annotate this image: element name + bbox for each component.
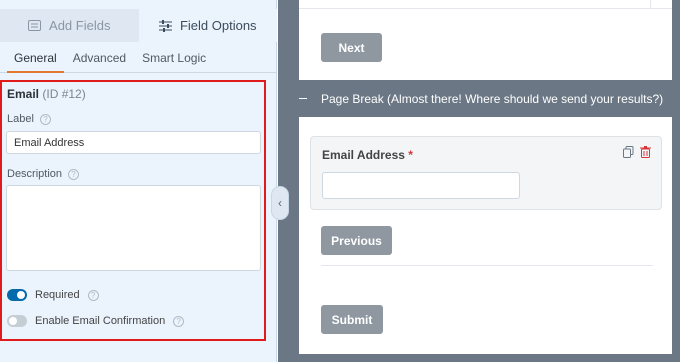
email-field-card[interactable]: Email Address *: [310, 136, 662, 210]
top-strip: [299, 0, 672, 9]
help-icon[interactable]: ?: [39, 113, 51, 125]
divider: [321, 265, 653, 266]
help-icon[interactable]: ?: [68, 168, 80, 180]
list-icon: [28, 20, 42, 31]
tab-add-fields[interactable]: Add Fields: [0, 9, 139, 42]
email-confirmation-row: Enable Email Confirmation ?: [7, 315, 185, 327]
email-preview-input[interactable]: [322, 172, 520, 199]
panel-tabs: Add Fields Field Options: [0, 9, 277, 42]
description-caption-row: Description ?: [7, 168, 80, 180]
field-actions: [623, 146, 651, 161]
email-confirmation-toggle[interactable]: [7, 315, 27, 327]
next-button[interactable]: Next: [321, 33, 382, 62]
label-caption-row: Label ?: [7, 113, 51, 125]
help-icon[interactable]: ?: [173, 315, 185, 327]
help-icon[interactable]: ?: [87, 289, 99, 301]
top-strip-divider: [650, 0, 651, 9]
label-caption: Label: [7, 113, 34, 125]
email-field-label-text: Email Address: [322, 148, 405, 162]
field-id: (ID #12): [42, 87, 86, 101]
sub-tabs: General Advanced Smart Logic: [0, 45, 277, 73]
tab-smart-logic[interactable]: Smart Logic: [135, 45, 213, 73]
tab-general[interactable]: General: [7, 45, 64, 73]
submit-button[interactable]: Submit: [321, 305, 383, 334]
chevron-left-icon: ‹: [278, 196, 282, 210]
description-caption: Description: [7, 168, 63, 180]
email-confirmation-label: Enable Email Confirmation: [35, 315, 166, 327]
page-break-line: [299, 98, 307, 99]
required-toggle[interactable]: [7, 289, 27, 301]
collapse-panel-button[interactable]: ‹: [271, 186, 289, 220]
tab-add-fields-label: Add Fields: [49, 18, 111, 33]
trash-icon[interactable]: [640, 146, 651, 161]
email-field-label: Email Address *: [322, 148, 413, 162]
page-break-text: Page Break (Almost there! Where should w…: [321, 91, 664, 106]
field-name: Email: [7, 87, 40, 101]
field-heading: Email (ID #12): [7, 87, 86, 101]
description-textarea[interactable]: [6, 185, 261, 271]
duplicate-icon[interactable]: [623, 146, 634, 161]
tab-advanced[interactable]: Advanced: [66, 45, 133, 73]
required-row: Required ?: [7, 289, 99, 301]
tab-field-options[interactable]: Field Options: [138, 9, 277, 42]
required-label: Required: [35, 289, 80, 301]
tab-field-options-label: Field Options: [179, 18, 257, 33]
page-break-bar[interactable]: Page Break (Almost there! Where should w…: [299, 80, 672, 117]
label-input[interactable]: Email Address: [6, 131, 261, 154]
previous-button[interactable]: Previous: [321, 226, 392, 255]
sliders-icon: [158, 19, 172, 32]
required-asterisk: *: [408, 148, 413, 162]
